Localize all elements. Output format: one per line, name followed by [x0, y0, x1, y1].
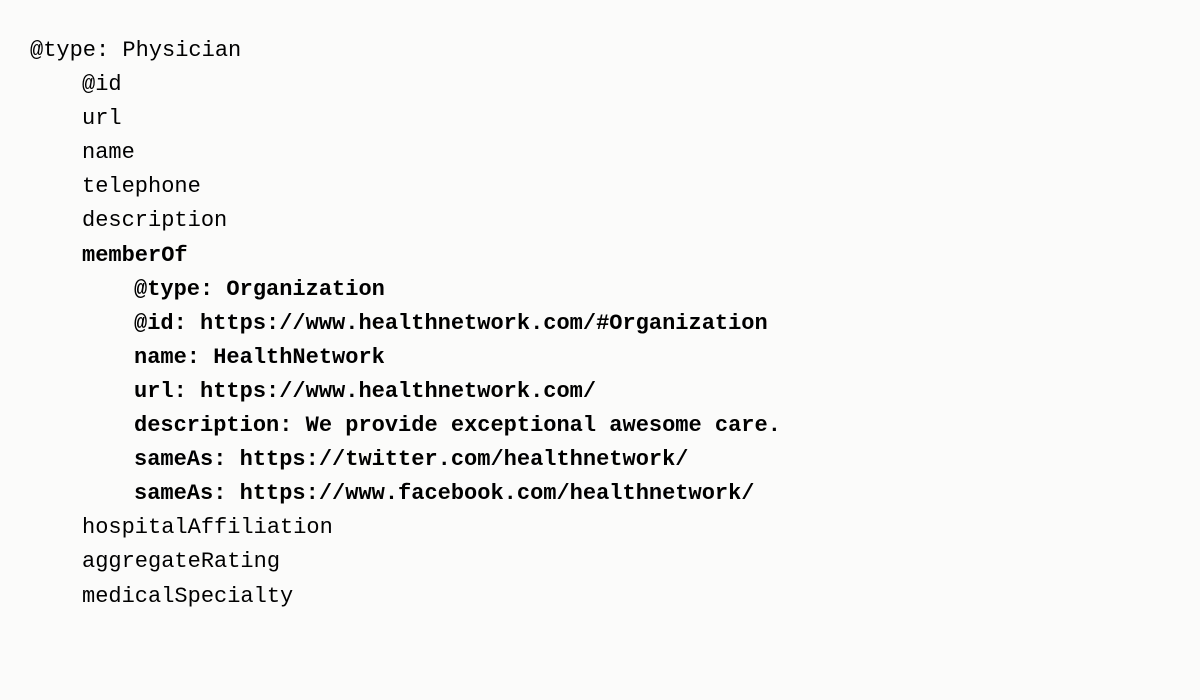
- memberof-value: https://www.facebook.com/healthnetwork/: [240, 481, 755, 506]
- root-prop: aggregateRating: [30, 545, 1170, 579]
- memberof-line: @id: https://www.healthnetwork.com/#Orga…: [30, 307, 1170, 341]
- memberof-value: https://www.healthnetwork.com/#Organizat…: [200, 311, 768, 336]
- root-prop: name: [30, 136, 1170, 170]
- memberof-key: sameAs:: [134, 447, 240, 472]
- memberof-key: sameAs:: [134, 481, 240, 506]
- schema-tree: @type: Physician @id url name telephone …: [30, 34, 1170, 614]
- memberof-line: sameAs: https://twitter.com/healthnetwor…: [30, 443, 1170, 477]
- root-prop: url: [30, 102, 1170, 136]
- memberof-key: name:: [134, 345, 213, 370]
- root-type-value: Physician: [122, 38, 241, 63]
- memberof-key: description:: [134, 413, 306, 438]
- root-prop: @id: [30, 68, 1170, 102]
- memberof-line: sameAs: https://www.facebook.com/healthn…: [30, 477, 1170, 511]
- memberof-value: HealthNetwork: [213, 345, 385, 370]
- root-prop: description: [30, 204, 1170, 238]
- memberof-label: memberOf: [30, 239, 1170, 273]
- root-type-key: @type:: [30, 38, 122, 63]
- memberof-line: description: We provide exceptional awes…: [30, 409, 1170, 443]
- memberof-key: @type:: [134, 277, 226, 302]
- memberof-line: name: HealthNetwork: [30, 341, 1170, 375]
- memberof-value: https://www.healthnetwork.com/: [200, 379, 596, 404]
- memberof-value: Organization: [226, 277, 384, 302]
- root-prop: telephone: [30, 170, 1170, 204]
- memberof-value: https://twitter.com/healthnetwork/: [240, 447, 689, 472]
- memberof-value: We provide exceptional awesome care.: [306, 413, 781, 438]
- memberof-key: url:: [134, 379, 200, 404]
- memberof-key: @id:: [134, 311, 200, 336]
- memberof-line: url: https://www.healthnetwork.com/: [30, 375, 1170, 409]
- root-prop: hospitalAffiliation: [30, 511, 1170, 545]
- root-type-line: @type: Physician: [30, 34, 1170, 68]
- root-prop: medicalSpecialty: [30, 580, 1170, 614]
- memberof-line: @type: Organization: [30, 273, 1170, 307]
